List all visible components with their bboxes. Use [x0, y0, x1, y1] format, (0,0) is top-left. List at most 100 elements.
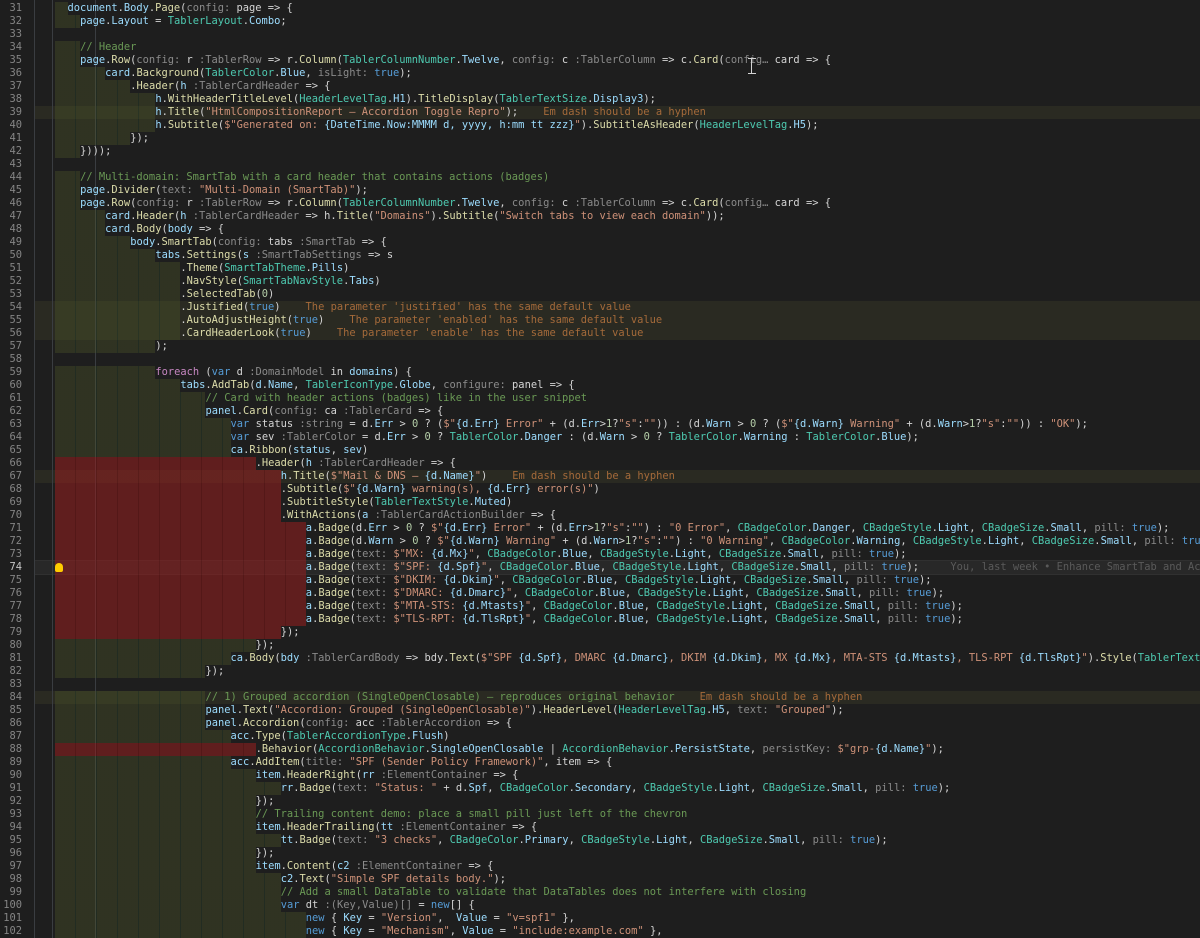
code-text[interactable]: panel.Accordion(config: acc :TablerAccor…: [205, 717, 512, 730]
line-number[interactable]: 36: [0, 67, 22, 80]
code-line-100[interactable]: 100 var dt :(Key,Value)[] = new[] {: [0, 899, 1200, 912]
code-text[interactable]: var dt :(Key,Value)[] = new[] {: [281, 899, 475, 912]
line-number[interactable]: 46: [0, 197, 22, 210]
code-line-47[interactable]: 47 card.Header(h :TablerCardHeader => h.T…: [0, 210, 1200, 223]
line-number[interactable]: 53: [0, 288, 22, 301]
code-text[interactable]: item.Content(c2 :ElementContainer => {: [256, 860, 494, 873]
code-line-85[interactable]: 85 panel.Text("Accordion: Grouped (Single…: [0, 704, 1200, 717]
code-text[interactable]: tabs.AddTab(d.Name, TablerIconType.Globe…: [180, 379, 574, 392]
code-text[interactable]: item.HeaderRight(rr :ElementContainer =>…: [256, 769, 519, 782]
code-text[interactable]: h.Title("HtmlCompositionReport – Accordi…: [155, 106, 706, 119]
code-text[interactable]: item.HeaderTrailing(tt :ElementContainer…: [256, 821, 538, 834]
line-number[interactable]: 68: [0, 483, 22, 496]
code-line-40[interactable]: 40 h.Subtitle($"Generated on: {DateTime.N…: [0, 119, 1200, 132]
code-line-84[interactable]: 84 // 1) Grouped accordion (SingleOpenClo…: [0, 691, 1200, 704]
code-text[interactable]: tt.Badge(text: "3 checks", CBadgeColor.P…: [281, 834, 888, 847]
code-text[interactable]: });: [256, 795, 275, 808]
line-number[interactable]: 52: [0, 275, 22, 288]
code-line-90[interactable]: 90 item.HeaderRight(rr :ElementContainer …: [0, 769, 1200, 782]
code-line-66[interactable]: 66 .Header(h :TablerCardHeader => {: [0, 457, 1200, 470]
code-text[interactable]: var status :string = d.Err > 0 ? ($"{d.E…: [231, 418, 1088, 431]
code-line-41[interactable]: 41});: [0, 132, 1200, 145]
line-number[interactable]: 86: [0, 717, 22, 730]
code-line-44[interactable]: 44 // Multi-domain: SmartTab with a card …: [0, 171, 1200, 184]
line-number[interactable]: 87: [0, 730, 22, 743]
code-line-63[interactable]: 63 var status :string = d.Err > 0 ? ($"{d…: [0, 418, 1200, 431]
code-line-50[interactable]: 50 tabs.Settings(s :SmartTabSettings => s: [0, 249, 1200, 262]
code-line-51[interactable]: 51 .Theme(SmartTabTheme.Pills): [0, 262, 1200, 275]
line-number[interactable]: 75: [0, 574, 22, 587]
code-text[interactable]: );: [155, 340, 168, 353]
code-line-38[interactable]: 38 h.WithHeaderTitleLevel(HeaderLevelTag.…: [0, 93, 1200, 106]
code-line-82[interactable]: 82});: [0, 665, 1200, 678]
line-number[interactable]: 31: [0, 2, 22, 15]
code-text[interactable]: });: [256, 639, 275, 652]
code-line-54[interactable]: 54 .Justified(true) The parameter 'justif…: [0, 301, 1200, 314]
line-number[interactable]: 49: [0, 236, 22, 249]
line-number[interactable]: 91: [0, 782, 22, 795]
code-line-80[interactable]: 80});: [0, 639, 1200, 652]
code-line-93[interactable]: 93 // Trailing content demo: place a smal…: [0, 808, 1200, 821]
line-number[interactable]: 50: [0, 249, 22, 262]
code-text[interactable]: h.WithHeaderTitleLevel(HeaderLevelTag.H1…: [155, 93, 656, 106]
line-number[interactable]: 96: [0, 847, 22, 860]
code-text[interactable]: // Add a small DataTable to validate tha…: [281, 886, 806, 899]
line-number[interactable]: 57: [0, 340, 22, 353]
code-line-46[interactable]: 46 page.Row(config: r :TablerRow => r.Col…: [0, 197, 1200, 210]
code-line-73[interactable]: 73 a.Badge(text: $"MX: {d.Mx}", CBadgeCol…: [0, 548, 1200, 561]
line-number[interactable]: 60: [0, 379, 22, 392]
code-text[interactable]: // Multi-domain: SmartTab with a card he…: [80, 171, 549, 184]
code-text[interactable]: a.Badge(text: $"MX: {d.Mx}", CBadgeColor…: [306, 548, 907, 561]
code-text[interactable]: var sev :TablerColor = d.Err > 0 ? Table…: [231, 431, 919, 444]
code-text[interactable]: panel.Card(config: ca :TablerCard => {: [205, 405, 443, 418]
code-line-99[interactable]: 99 // Add a small DataTable to validate t…: [0, 886, 1200, 899]
line-number[interactable]: 56: [0, 327, 22, 340]
line-number[interactable]: 90: [0, 769, 22, 782]
code-text[interactable]: document.Body.Page(config: page => {: [68, 2, 293, 15]
line-number[interactable]: 41: [0, 132, 22, 145]
code-text[interactable]: page.Layout = TablerLayout.Combo;: [80, 15, 287, 28]
line-number[interactable]: 42: [0, 145, 22, 158]
code-text[interactable]: a.Badge(d.Warn > 0 ? $"{d.Warn} Warning"…: [306, 535, 1200, 548]
code-line-94[interactable]: 94 item.HeaderTrailing(tt :ElementContain…: [0, 821, 1200, 834]
code-text[interactable]: body.SmartTab(config: tabs :SmartTab => …: [130, 236, 387, 249]
line-number[interactable]: 88: [0, 743, 22, 756]
line-number[interactable]: 70: [0, 509, 22, 522]
line-number[interactable]: 71: [0, 522, 22, 535]
code-text[interactable]: .AutoAdjustHeight(true) The parameter 'e…: [180, 314, 662, 327]
line-number[interactable]: 72: [0, 535, 22, 548]
code-text[interactable]: .WithActions(a :TablerCardActionBuilder …: [281, 509, 556, 522]
code-line-33[interactable]: 33: [0, 28, 1200, 41]
code-line-34[interactable]: 34 // Header: [0, 41, 1200, 54]
line-number[interactable]: 64: [0, 431, 22, 444]
lightbulb-icon[interactable]: [55, 563, 63, 572]
code-text[interactable]: .Header(h :TablerCardHeader => {: [130, 80, 330, 93]
code-line-62[interactable]: 62 panel.Card(config: ca :TablerCard => {: [0, 405, 1200, 418]
line-number[interactable]: 47: [0, 210, 22, 223]
line-number[interactable]: 66: [0, 457, 22, 470]
code-text[interactable]: a.Badge(text: $"DKIM: {d.Dkim}", CBadgeC…: [306, 574, 932, 587]
code-line-48[interactable]: 48 card.Body(body => {: [0, 223, 1200, 236]
code-text[interactable]: .Theme(SmartTabTheme.Pills): [180, 262, 349, 275]
code-line-69[interactable]: 69 .SubtitleStyle(TablerTextStyle.Muted): [0, 496, 1200, 509]
line-number[interactable]: 54: [0, 301, 22, 314]
line-number[interactable]: 59: [0, 366, 22, 379]
code-text[interactable]: new { Key = "Mechanism", Value = "includ…: [306, 925, 663, 938]
line-number[interactable]: 61: [0, 392, 22, 405]
code-line-57[interactable]: 57);: [0, 340, 1200, 353]
line-number[interactable]: 85: [0, 704, 22, 717]
code-line-31[interactable]: 31 document.Body.Page(config: page => {: [0, 2, 1200, 15]
line-number[interactable]: 102: [0, 925, 22, 938]
line-number[interactable]: 89: [0, 756, 22, 769]
code-text[interactable]: h.Subtitle($"Generated on: {DateTime.Now…: [155, 119, 818, 132]
line-number[interactable]: 43: [0, 158, 22, 171]
code-line-35[interactable]: 35 page.Row(config: r :TablerRow => r.Col…: [0, 54, 1200, 67]
code-line-74[interactable]: 74 a.Badge(text: $"SPF: {d.Spf}", CBadgeC…: [0, 560, 1200, 575]
line-number[interactable]: 58: [0, 353, 22, 366]
code-line-70[interactable]: 70 .WithActions(a :TablerCardActionBuilde…: [0, 509, 1200, 522]
code-text[interactable]: a.Badge(text: $"DMARC: {d.Dmarc}", CBadg…: [306, 587, 944, 600]
line-number[interactable]: 73: [0, 548, 22, 561]
code-text[interactable]: card.Background(TablerColor.Blue, isLigh…: [105, 67, 412, 80]
code-line-49[interactable]: 49 body.SmartTab(config: tabs :SmartTab =…: [0, 236, 1200, 249]
code-line-61[interactable]: 61 // Card with header actions (badges) l…: [0, 392, 1200, 405]
